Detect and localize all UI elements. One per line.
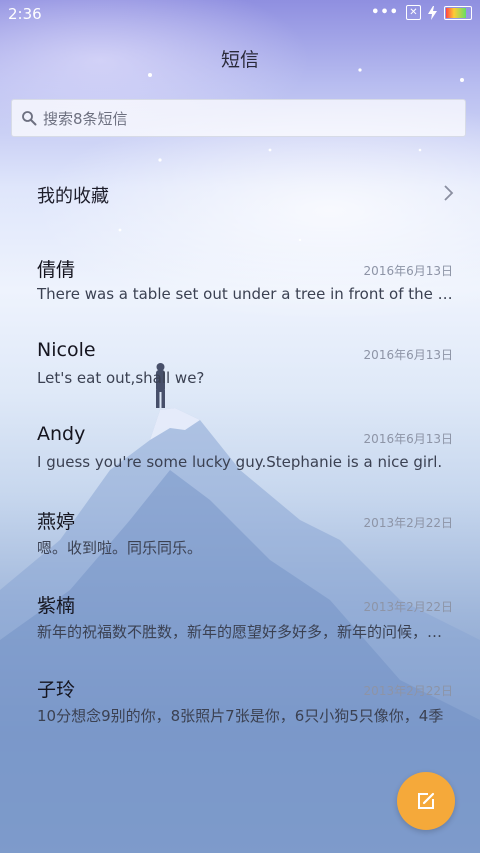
contact-name: Andy (37, 423, 86, 445)
status-icons: ••• ✕ (371, 5, 472, 20)
favorites-row[interactable]: 我的收藏 (37, 180, 457, 210)
message-date: 2016年6月13日 (363, 264, 453, 278)
no-sim-icon: ✕ (406, 5, 421, 20)
contact-name: Nicole (37, 339, 96, 361)
conversation-item[interactable]: 燕婷 2013年2月22日 嗯。收到啦。同乐同乐。 (37, 507, 453, 567)
conversation-item[interactable]: Nicole 2016年6月13日 Let's eat out,shall we… (37, 339, 453, 399)
message-date: 2013年2月22日 (363, 600, 453, 614)
favorites-label: 我的收藏 (37, 186, 109, 207)
message-preview: There was a table set out under a tree i… (37, 285, 453, 303)
compose-icon (418, 792, 435, 809)
status-time: 2:36 (8, 5, 42, 23)
chevron-right-icon (444, 185, 454, 201)
status-bar: 2:36 ••• ✕ (0, 0, 480, 28)
page-title: 短信 (220, 49, 259, 71)
message-date: 2013年2月22日 (363, 516, 453, 530)
message-date: 2016年6月13日 (363, 432, 453, 446)
battery-icon (444, 5, 472, 20)
conversation-item[interactable]: 子玲 2013年2月22日 10分想念9别的你，8张照片7张是你，6只小狗5只像… (37, 675, 453, 735)
message-preview: 嗯。收到啦。同乐同乐。 (37, 539, 203, 557)
conversation-item[interactable]: 倩倩 2016年6月13日 There was a table set out … (37, 255, 453, 315)
more-dots-icon: ••• (371, 5, 399, 20)
message-date: 2016年6月13日 (363, 348, 453, 362)
message-date: 2013年2月22日 (363, 684, 453, 698)
search-icon (22, 111, 37, 126)
search-input[interactable]: 搜索8条短信 (11, 99, 466, 137)
compose-button[interactable] (397, 772, 455, 830)
message-preview: 10分想念9别的你，8张照片7张是你，6只小狗5只像你，4季 (37, 707, 444, 725)
contact-name: 倩倩 (37, 259, 76, 281)
conversation-item[interactable]: Andy 2016年6月13日 I guess you're some luck… (37, 423, 453, 483)
contact-name: 紫楠 (37, 595, 76, 617)
message-preview: I guess you're some lucky guy.Stephanie … (37, 453, 443, 471)
charging-icon (428, 5, 437, 20)
conversation-item[interactable]: 紫楠 2013年2月22日 新年的祝福数不胜数，新年的愿望好多好多，新年的问候，… (37, 591, 453, 651)
search-placeholder: 搜索8条短信 (43, 109, 128, 128)
contact-name: 子玲 (37, 679, 76, 701)
contact-name: 燕婷 (37, 511, 76, 533)
message-preview: Let's eat out,shall we? (37, 369, 205, 387)
message-preview: 新年的祝福数不胜数，新年的愿望好多好多，新年的问候，新年的祝愿 (37, 623, 453, 641)
